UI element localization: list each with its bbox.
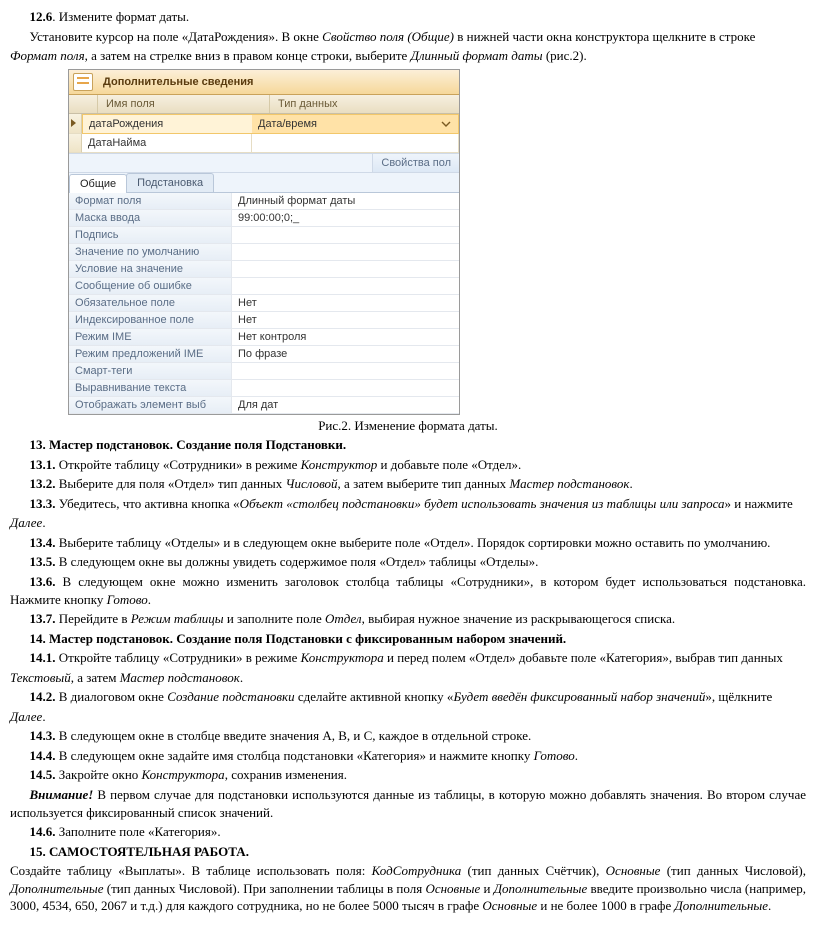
p-13-4: 13.4. Выберите таблицу «Отделы» и в след… <box>10 534 806 552</box>
p-14-3: 14.3. В следующем окне в столбце введите… <box>10 727 806 745</box>
prop-label: Смарт-теги <box>69 363 232 379</box>
property-sheet: Формат поляДлинный формат даты Маска вво… <box>69 193 459 414</box>
prop-value[interactable]: По фразе <box>232 346 459 362</box>
p-14-6: 14.6. Заполните поле «Категория». <box>10 823 806 841</box>
p-task: Создайте таблицу «Выплаты». В таблице ис… <box>10 862 806 915</box>
chevron-down-icon[interactable] <box>440 118 452 130</box>
prop-label: Условие на значение <box>69 261 232 277</box>
prop-value[interactable]: 99:00:00;0;_ <box>232 210 459 226</box>
row-selector[interactable] <box>69 114 82 134</box>
panel-title: Дополнительные сведения <box>97 72 259 92</box>
prop-value[interactable] <box>232 227 459 243</box>
p-13-6: 13.6. В следующем окне можно изменить за… <box>10 573 806 608</box>
p-14-2b: Далее. <box>10 708 806 726</box>
prop-value[interactable]: Нет контроля <box>232 329 459 345</box>
prop-value[interactable]: Нет <box>232 312 459 328</box>
prop-value[interactable]: Для дат <box>232 397 459 413</box>
prop-value[interactable] <box>232 380 459 396</box>
p-14-4: 14.4. В следующем окне задайте имя столб… <box>10 747 806 765</box>
prop-label: Маска ввода <box>69 210 232 226</box>
access-designer-screenshot: Дополнительные сведения Имя поля Тип дан… <box>68 69 460 415</box>
panel-header: Дополнительные сведения <box>69 70 459 95</box>
field-name-cell[interactable]: ДатаНайма <box>82 134 252 153</box>
property-tabs: Общие Подстановка <box>69 173 459 193</box>
grid-header: Имя поля Тип данных <box>69 95 459 114</box>
field-name-cell[interactable]: датаРождения <box>82 114 252 134</box>
prop-label: Сообщение об ошибке <box>69 278 232 294</box>
prop-value[interactable]: Длинный формат даты <box>232 193 459 209</box>
tab-general[interactable]: Общие <box>69 174 127 193</box>
p-12-6: 12.6. Измените формат даты. <box>10 8 806 26</box>
tab-lookup[interactable]: Подстановка <box>126 173 214 192</box>
p-12-6-line3: Формат поля, а затем на стрелке вниз в п… <box>10 47 806 65</box>
data-type-cell[interactable]: Дата/время <box>252 114 459 134</box>
data-type-cell[interactable] <box>252 134 459 153</box>
p-14-1b: Текстовый, а затем Мастер подстановок. <box>10 669 806 687</box>
row-selector[interactable] <box>69 134 82 153</box>
properties-label: Свойства пол <box>372 154 459 172</box>
prop-label: Режим IME <box>69 329 232 345</box>
prop-label: Значение по умолчанию <box>69 244 232 260</box>
h-15: 15. САМОСТОЯТЕЛЬНАЯ РАБОТА. <box>10 843 806 861</box>
prop-value[interactable] <box>232 363 459 379</box>
p-12-6-line2: Установите курсор на поле «ДатаРождения»… <box>10 28 806 46</box>
p-13-5: 13.5. В следующем окне вы должны увидеть… <box>10 553 806 571</box>
p-13-7: 13.7. Перейдите в Режим таблицы и заполн… <box>10 610 806 628</box>
p-14-5: 14.5. Закройте окно Конструктора, сохран… <box>10 766 806 784</box>
figure-caption: Рис.2. Изменение формата даты. <box>10 417 806 435</box>
p-13-2: 13.2. Выберите для поля «Отдел» тип данн… <box>10 475 806 493</box>
prop-label: Режим предложений IME <box>69 346 232 362</box>
current-row-icon <box>71 119 76 127</box>
field-row[interactable]: датаРождения Дата/время <box>69 114 459 134</box>
p-14-2: 14.2. В диалоговом окне Создание подстан… <box>10 688 806 706</box>
prop-label: Обязательное поле <box>69 295 232 311</box>
prop-label: Отображать элемент выб <box>69 397 232 413</box>
table-icon <box>73 73 93 91</box>
prop-label: Подпись <box>69 227 232 243</box>
p-13-3: 13.3. Убедитесь, что активна кнопка «Объ… <box>10 495 806 513</box>
prop-label: Индексированное поле <box>69 312 232 328</box>
prop-label: Выравнивание текста <box>69 380 232 396</box>
prop-label: Формат поля <box>69 193 232 209</box>
p-14-1: 14.1. Откройте таблицу «Сотрудники» в ре… <box>10 649 806 667</box>
field-row[interactable]: ДатаНайма <box>69 134 459 153</box>
prop-value[interactable] <box>232 278 459 294</box>
prop-value[interactable]: Нет <box>232 295 459 311</box>
p-13-3b: Далее. <box>10 514 806 532</box>
properties-divider: Свойства пол <box>69 153 459 173</box>
col-data-type: Тип данных <box>270 95 459 113</box>
p-13-1: 13.1. Откройте таблицу «Сотрудники» в ре… <box>10 456 806 474</box>
p-warning: Внимание! В первом случае для подстановк… <box>10 786 806 821</box>
h-13: 13. Мастер подстановок. Создание поля По… <box>10 436 806 454</box>
prop-value[interactable] <box>232 244 459 260</box>
prop-value[interactable] <box>232 261 459 277</box>
h-14: 14. Мастер подстановок. Создание поля По… <box>10 630 806 648</box>
col-field-name: Имя поля <box>98 95 270 113</box>
